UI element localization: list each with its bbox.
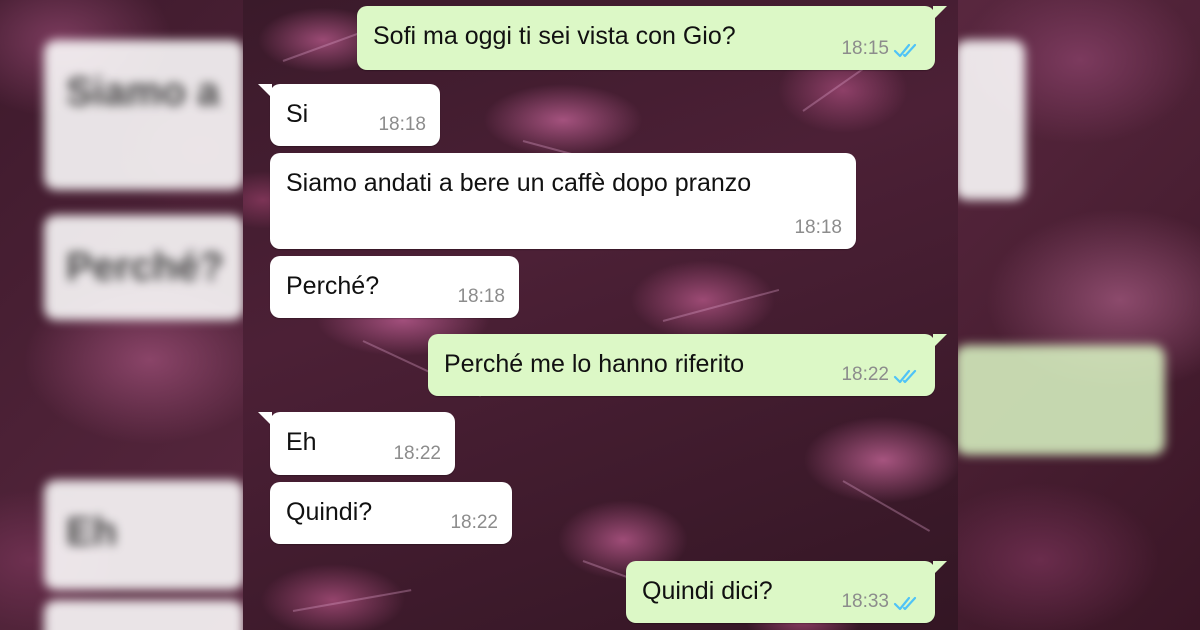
- message-time: 18:15: [841, 38, 889, 59]
- message-text: Perché?: [286, 272, 380, 300]
- message-time: 18:18: [378, 114, 426, 135]
- message-time: 18:18: [794, 217, 842, 238]
- blurred-bubble-bottom: [44, 600, 244, 630]
- message-time: 18:22: [450, 512, 498, 533]
- message-outgoing[interactable]: Sofi ma oggi ti sei vista con Gio? 18:15: [357, 6, 947, 70]
- leaf-decoration: [662, 288, 780, 322]
- message-incoming[interactable]: Eh 18:22: [258, 412, 455, 475]
- message-text: Si: [286, 100, 309, 128]
- message-text: Sofi ma oggi ti sei vista con Gio?: [373, 22, 736, 50]
- blurred-bubble-perche: Perché?: [44, 215, 244, 320]
- double-check-icon: [893, 43, 917, 58]
- message-text: Quindi?: [286, 498, 373, 526]
- message-incoming[interactable]: Si 18:18: [258, 84, 440, 146]
- message-incoming[interactable]: Siamo andati a bere un caffè dopo pranzo…: [270, 153, 856, 249]
- blurred-bubble-right-top: [955, 40, 1025, 200]
- message-time: 18:33: [841, 591, 889, 612]
- message-text: Siamo andati a bere un caffè dopo pranzo: [286, 169, 752, 197]
- message-incoming[interactable]: Perché? 18:18: [270, 256, 519, 318]
- message-outgoing[interactable]: Perché me lo hanno riferito 18:22: [428, 334, 947, 396]
- message-text: Perché me lo hanno riferito: [444, 350, 745, 378]
- message-text: Eh: [286, 428, 317, 456]
- double-check-icon: [893, 369, 917, 384]
- double-check-icon: [893, 596, 917, 611]
- leaf-decoration: [842, 480, 931, 532]
- blurred-bubble-siamo: Siamo a: [44, 40, 244, 190]
- blurred-bubble-right-mid: [955, 345, 1165, 455]
- message-text: Quindi dici?: [642, 577, 773, 605]
- message-time: 18:18: [457, 286, 505, 307]
- leaf-decoration: [292, 589, 412, 612]
- blurred-bubble-eh: Eh: [44, 480, 244, 590]
- message-time: 18:22: [841, 364, 889, 385]
- message-incoming[interactable]: Quindi? 18:22: [270, 482, 512, 544]
- message-outgoing[interactable]: Quindi dici? 18:33: [626, 561, 947, 623]
- message-time: 18:22: [393, 443, 441, 464]
